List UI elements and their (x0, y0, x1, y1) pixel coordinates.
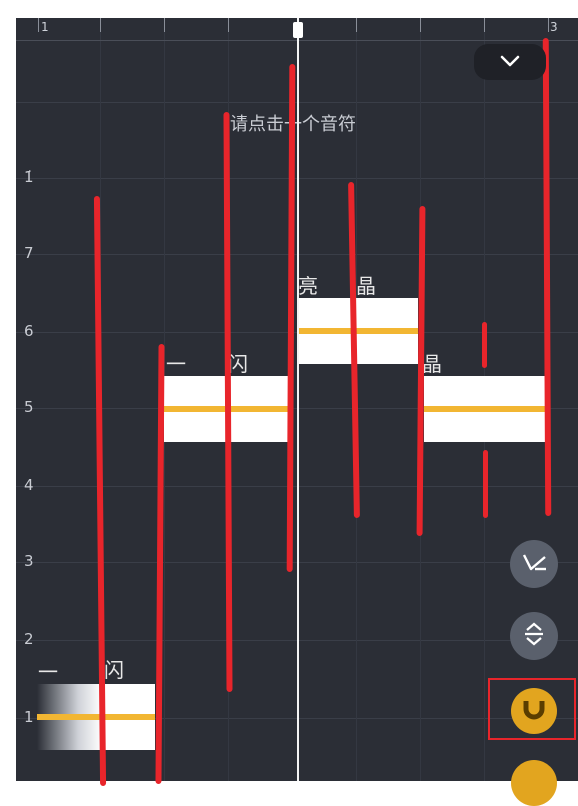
ruler-tick (356, 18, 357, 32)
bottom-tool-button[interactable] (511, 760, 557, 806)
ruler-tick (548, 18, 549, 32)
chevron-down-icon (499, 53, 521, 72)
ruler-tick (484, 18, 485, 32)
ruler-mark-1: 1 (41, 20, 49, 34)
pitch-curve (298, 328, 418, 334)
curve-tool-button[interactable] (510, 540, 558, 588)
pitch-curve (424, 406, 546, 412)
pitch-adjust-button[interactable] (510, 612, 558, 660)
note-block[interactable] (298, 298, 418, 364)
collapse-button[interactable] (474, 44, 546, 80)
lyric-label: 一 (166, 352, 186, 376)
curve-tool-icon (519, 547, 549, 581)
magnet-highlight-frame (488, 678, 576, 740)
ruler-tick (420, 18, 421, 32)
pitch-curve (37, 714, 155, 720)
pitch-label-high-1: 1̇ (24, 168, 34, 186)
pitch-adjust-icon (519, 619, 549, 653)
ruler-tick (100, 18, 101, 32)
pitch-label-2: 2 (24, 630, 34, 648)
pitch-label-5: 5 (24, 398, 34, 416)
ruler-tick (38, 18, 39, 32)
note-block[interactable] (37, 684, 155, 750)
pitch-label-1: 1 (24, 708, 34, 726)
red-annotation-line (483, 450, 488, 518)
piano-roll-editor: 1 2 3 1̇ 7 6 5 4 3 2 1 请点击一个音符 一 闪 一 闪 亮… (0, 0, 578, 806)
pitch-label-3: 3 (24, 552, 34, 570)
pitch-label-6: 6 (24, 322, 34, 340)
lyric-label: 闪 (228, 352, 248, 376)
lyric-label: 晶 (356, 274, 376, 298)
pitch-label-7: 7 (24, 244, 34, 262)
note-block[interactable] (424, 376, 546, 442)
red-annotation-line (482, 322, 487, 368)
pitch-label-4: 4 (24, 476, 34, 494)
lyric-label: 晶 (422, 352, 442, 376)
playhead[interactable] (297, 18, 299, 781)
lyric-label: 亮 (298, 274, 318, 298)
ruler-mark-3: 3 (550, 20, 558, 34)
ruler-tick (164, 18, 165, 32)
playhead-handle[interactable] (293, 22, 303, 38)
ruler-tick (228, 18, 229, 32)
lyric-label: 闪 (104, 658, 124, 682)
lyric-label: 一 (38, 660, 58, 684)
